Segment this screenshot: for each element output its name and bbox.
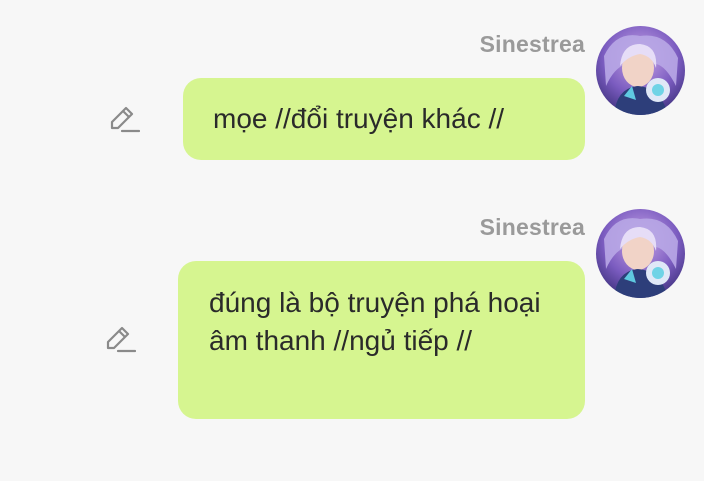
avatar[interactable] <box>596 209 685 298</box>
edit-pencil-icon[interactable] <box>104 324 136 356</box>
edit-pencil-icon[interactable] <box>108 104 140 136</box>
avatar[interactable] <box>596 26 685 115</box>
sender-name: Sinestrea <box>479 31 585 57</box>
message-bubble[interactable]: mọe //đổi truyện khác // <box>183 78 585 160</box>
message-bubble[interactable]: đúng là bộ truyện phá hoại âm thanh //ng… <box>178 261 585 419</box>
avatar-icon <box>596 209 685 298</box>
sender-name: Sinestrea <box>479 214 585 240</box>
avatar-icon <box>596 26 685 115</box>
